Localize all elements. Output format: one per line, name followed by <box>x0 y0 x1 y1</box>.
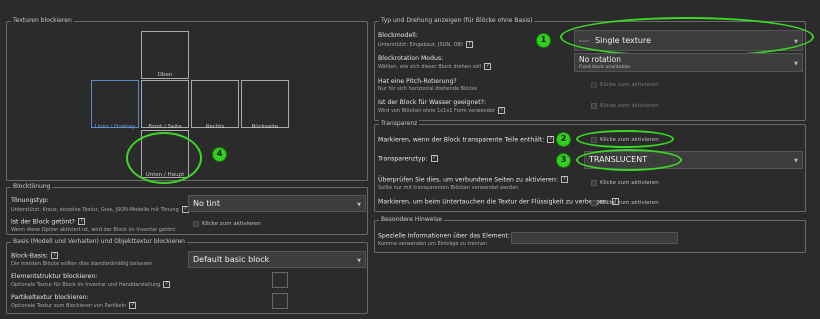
tint-item-checkbox-label: Klicke zum aktivieren <box>202 221 261 227</box>
basis-particle-sub: Optionale Textur zum Blockieren von Part… <box>11 302 137 309</box>
texture-slot-right-label: Rechts <box>205 124 225 130</box>
tint-type-dropdown[interactable]: No tint ▼ <box>188 195 366 212</box>
help-icon[interactable]: ? <box>497 107 505 114</box>
type-legend: Typ und Drehung anzeigen (für Blöcke ohn… <box>379 17 535 24</box>
water-checkbox-label: Klicke zum aktivieren <box>600 103 659 109</box>
texture-slot-front[interactable] <box>141 80 189 128</box>
basis-particle-label: Partikeltextur blockieren: <box>11 294 89 301</box>
help-icon[interactable]: ? <box>51 252 59 259</box>
type-pitch-sub: Nur für sich horizontal drehende Blöcke <box>378 86 478 92</box>
texture-slot-top-label: Oben <box>157 72 173 78</box>
basis-base-label: Block-Basis:? <box>11 252 59 260</box>
chevron-down-icon: ▼ <box>357 201 361 208</box>
type-model-label: Blockmodell: <box>378 32 418 39</box>
chevron-down-icon: ▼ <box>794 60 798 67</box>
connected-sides-checkbox[interactable] <box>591 180 597 186</box>
texture-slot-back-label: Rückseite <box>251 124 279 130</box>
basis-item-label: Elementstruktur blockieren: <box>11 273 98 280</box>
tint-item-checkbox[interactable] <box>193 221 199 227</box>
help-icon[interactable]: ? <box>77 218 85 225</box>
notes-input[interactable] <box>511 232 678 244</box>
annotation-badge-3: 3 <box>556 153 571 168</box>
notes-legend: Besondere Hinweise <box>379 216 444 223</box>
transparency-legend: Transparenz <box>379 120 420 127</box>
basis-item-sub: Optionale Textur für Block im Inventar u… <box>11 281 171 288</box>
help-icon[interactable]: ? <box>547 136 555 143</box>
annotation-badge-2: 2 <box>556 132 571 147</box>
basis-base-dropdown[interactable]: Default basic block ▼ <box>188 251 366 268</box>
basis-base-value: Default basic block <box>193 255 270 264</box>
type-pitch-label: Hat eine Pitch-Rotierung? <box>378 78 457 85</box>
hide-fluid-checkbox-label: Klicke zum aktivieren <box>600 200 659 206</box>
tint-type-label: Tönungstyp: <box>11 197 49 204</box>
chevron-down-icon: ▼ <box>357 257 361 264</box>
transparency-type-label: Transparenztyp:? <box>378 155 438 163</box>
tint-item-label: Ist der Block getönt?? <box>11 218 85 226</box>
textures-legend: Texturen blockieren <box>11 17 74 24</box>
help-icon[interactable]: ? <box>484 63 492 70</box>
texture-slot-left[interactable] <box>91 80 139 128</box>
help-icon[interactable]: ? <box>560 176 568 183</box>
basis-legend: Basis (Modell und Verhalten) und Objektt… <box>11 238 187 245</box>
tint-legend: Blocktönung <box>11 183 53 190</box>
transparency-connected-label: Überprüfen Sie dies, um verbundene Seite… <box>378 176 568 184</box>
tint-type-sub: Unterstützt: Kreuz, einzelne Textur, Gra… <box>11 206 189 213</box>
transparency-connected-sub: Sollte nur mit transparenten Blöcken ver… <box>378 185 519 191</box>
texture-slot-left-label: Links / Overlay <box>94 124 136 130</box>
transparency-has-label: Markieren, wenn der Block transparente T… <box>378 136 555 144</box>
connected-sides-checkbox-label: Klicke zum aktivieren <box>600 180 659 186</box>
rotation-mode-sub: Fixed block orientation <box>579 65 631 70</box>
highlight-ring-1 <box>560 17 814 57</box>
help-icon[interactable]: ? <box>163 281 171 288</box>
rotation-mode-value: No rotation <box>579 55 621 64</box>
help-icon[interactable]: ? <box>129 302 137 309</box>
basis-base-sub: Die meisten Blöcke sollten dies standard… <box>11 261 153 267</box>
highlight-ring-2 <box>576 130 674 148</box>
rotation-mode-dropdown[interactable]: No rotation Fixed block orientation ▼ <box>574 53 803 72</box>
highlight-ring-3 <box>576 149 682 171</box>
type-rot-sub: Wählen, wie sich dieser Block drehen sol… <box>378 63 492 70</box>
water-checkbox[interactable] <box>591 103 597 109</box>
tint-item-sub: Wenn diese Option aktiviert ist, wird de… <box>11 227 176 233</box>
pitch-checkbox[interactable] <box>591 82 597 88</box>
tint-type-value: No tint <box>193 199 220 208</box>
pitch-checkbox-label: Klicke zum aktivieren <box>600 82 659 88</box>
basis-particle-texture-slot[interactable] <box>272 293 288 309</box>
type-model-sub: Unterstützt: Eingebaut, JSON, OB)? <box>378 41 473 48</box>
texture-slot-right[interactable] <box>191 80 239 128</box>
type-water-label: Ist der Block für Wasser geeignet?: <box>378 99 486 106</box>
annotation-badge-4: 4 <box>212 147 227 162</box>
help-icon[interactable]: ? <box>430 155 438 162</box>
help-icon[interactable]: ? <box>465 41 473 48</box>
notes-sub: Komma verwenden um Einträge zu trennen <box>378 241 488 247</box>
notes-label: Spezielle Informationen über das Element… <box>378 232 520 240</box>
type-water-sub: Wird von Blöcken ohne 1x1x1 Form verwend… <box>378 107 505 114</box>
highlight-ring-4 <box>126 132 202 184</box>
texture-slot-back[interactable] <box>241 80 289 128</box>
type-rot-label: Blockrotation Modus: <box>378 55 444 62</box>
annotation-badge-1: 1 <box>536 33 551 48</box>
transparency-fluid-label: Markieren, um beim Untertauchen die Text… <box>378 198 619 206</box>
basis-item-texture-slot[interactable] <box>272 272 288 288</box>
chevron-down-icon: ▼ <box>794 158 798 164</box>
hide-fluid-checkbox[interactable] <box>591 200 597 206</box>
